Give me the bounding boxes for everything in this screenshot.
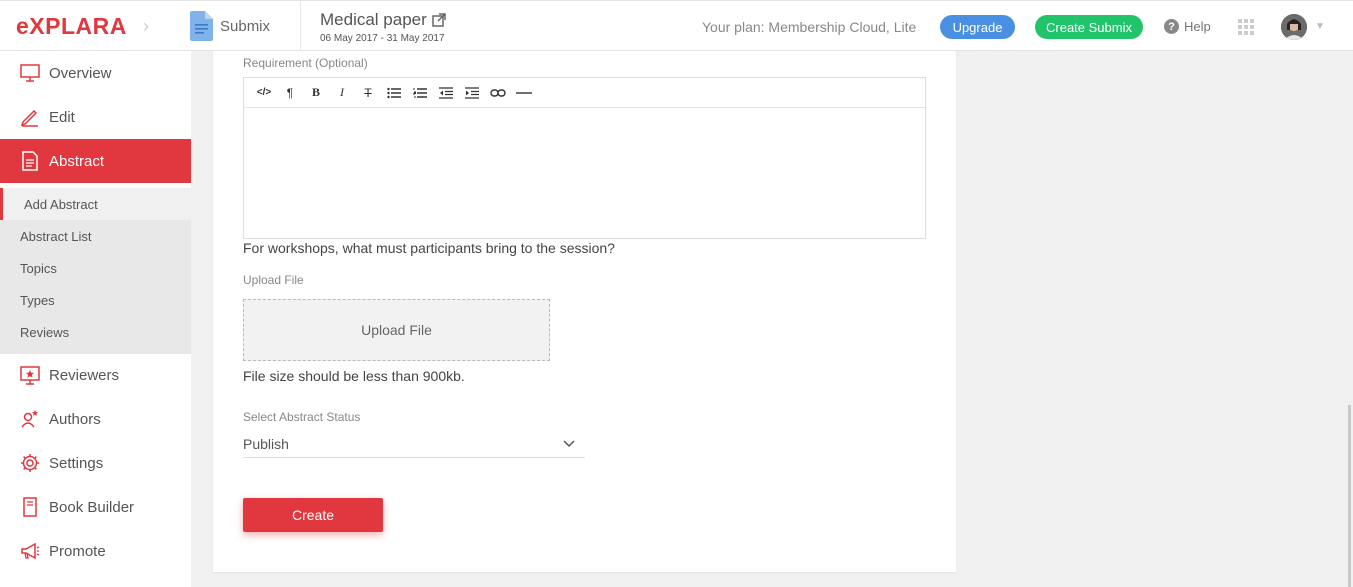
create-submix-button[interactable]: Create Submix [1035, 15, 1143, 39]
submix-doc-icon [190, 11, 213, 41]
help-label: Help [1184, 19, 1211, 34]
sidebar: Overview Edit Abstract Add Abstract Abst… [0, 51, 191, 587]
upgrade-button[interactable]: Upgrade [940, 15, 1015, 39]
workshop-question: For workshops, what must participants br… [243, 240, 615, 256]
rich-text-editor: </> ¶ B I T [243, 77, 926, 239]
editor-content[interactable] [244, 108, 925, 238]
sidebar-item-label: Overview [49, 64, 112, 82]
sidebar-item-label: Abstract [49, 152, 105, 170]
book-icon [19, 496, 41, 518]
status-label: Select Abstract Status [243, 410, 361, 424]
megaphone-icon [19, 540, 41, 562]
sidebar-item-label: Settings [49, 454, 104, 472]
top-bar: eXPLARA › Submix Medical paper 06 May 20… [0, 0, 1353, 51]
apps-grid-icon[interactable] [1238, 19, 1254, 35]
author-icon [19, 408, 41, 430]
external-link-icon [432, 13, 446, 27]
chevron-right-icon: › [143, 16, 149, 36]
subnav-item-abstract-list[interactable]: Abstract List [0, 220, 191, 252]
subnav-item-types[interactable]: Types [0, 284, 191, 316]
document-icon [19, 150, 41, 172]
strikethrough-icon[interactable]: T [355, 81, 381, 105]
sidebar-item-label: Reviewers [49, 366, 120, 384]
app-name[interactable]: Submix [220, 18, 270, 35]
paragraph-icon[interactable]: ¶ [277, 81, 303, 105]
create-button[interactable]: Create [243, 498, 383, 532]
add-abstract-form: Requirement (Optional) </> ¶ B I T For w… [213, 51, 956, 572]
scrollbar[interactable] [1348, 405, 1351, 587]
editor-toolbar: </> ¶ B I T [244, 78, 925, 108]
user-avatar-icon [1281, 14, 1307, 40]
header-divider [300, 1, 301, 51]
reviewer-icon [19, 364, 41, 386]
bullet-list-icon[interactable] [381, 81, 407, 105]
event-dates: 06 May 2017 - 31 May 2017 [320, 33, 445, 44]
subnav-item-reviews[interactable]: Reviews [0, 316, 191, 348]
sidebar-item-book-builder[interactable]: Book Builder [0, 485, 191, 529]
numbered-list-icon[interactable] [407, 81, 433, 105]
sidebar-item-reviewers[interactable]: Reviewers [0, 353, 191, 397]
sidebar-item-authors[interactable]: Authors [0, 397, 191, 441]
abstract-subnav: Add Abstract Abstract List Topics Types … [0, 188, 191, 354]
event-title: Medical paper [320, 10, 427, 29]
logo-text: eXPLARA [16, 12, 127, 39]
status-value: Publish [243, 436, 289, 452]
subnav-item-add-abstract[interactable]: Add Abstract [0, 188, 191, 220]
event-title-link[interactable]: Medical paper [320, 10, 446, 30]
sidebar-item-label: Edit [49, 108, 75, 126]
bold-icon[interactable]: B [303, 81, 329, 105]
sidebar-item-abstract[interactable]: Abstract [0, 139, 191, 183]
abstract-status-select[interactable]: Publish [243, 431, 585, 458]
upload-file-label: Upload File [243, 273, 304, 287]
monitor-icon [19, 62, 41, 84]
caret-down-icon[interactable]: ▼ [1315, 21, 1325, 32]
chevron-down-icon [563, 440, 575, 448]
sidebar-item-promote[interactable]: Promote [0, 529, 191, 573]
gear-icon [19, 452, 41, 474]
link-icon[interactable] [485, 81, 511, 105]
pencil-icon [19, 106, 41, 128]
requirement-label: Requirement (Optional) [243, 56, 368, 70]
sidebar-item-label: Promote [49, 542, 106, 560]
avatar[interactable] [1281, 14, 1307, 40]
outdent-icon[interactable] [433, 81, 459, 105]
code-view-icon[interactable]: </> [251, 81, 277, 105]
sidebar-item-overview[interactable]: Overview [0, 51, 191, 95]
upload-file-button[interactable]: Upload File [243, 299, 550, 361]
sidebar-item-label: Authors [49, 410, 101, 428]
indent-icon[interactable] [459, 81, 485, 105]
sidebar-item-label: Book Builder [49, 498, 135, 516]
plan-text: Your plan: Membership Cloud, Lite [702, 19, 917, 35]
subnav-item-topics[interactable]: Topics [0, 252, 191, 284]
sidebar-item-edit[interactable]: Edit [0, 95, 191, 139]
italic-icon[interactable]: I [329, 81, 355, 105]
file-size-note: File size should be less than 900kb. [243, 368, 465, 384]
explara-logo[interactable]: eXPLARA [16, 13, 127, 39]
horizontal-rule-icon[interactable] [511, 81, 537, 105]
question-icon: ? [1164, 19, 1179, 34]
help-link[interactable]: ? Help [1164, 19, 1211, 34]
sidebar-item-settings[interactable]: Settings [0, 441, 191, 485]
